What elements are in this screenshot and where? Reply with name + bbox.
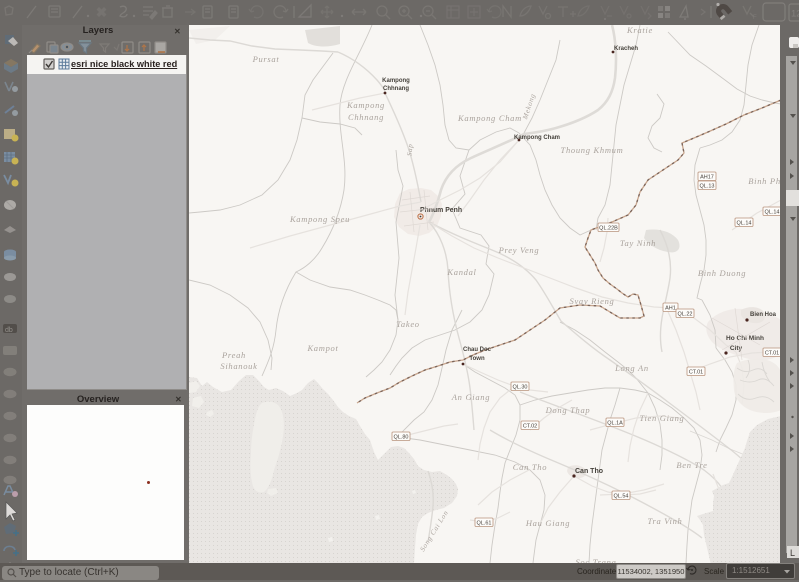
svg-text:AH1: AH1 <box>665 306 676 312</box>
svg-text:CT.01: CT.01 <box>689 370 703 376</box>
svg-text:Kratie: Kratie <box>626 25 653 35</box>
svg-text:Chhnang: Chhnang <box>348 112 384 122</box>
svg-text:An Giang: An Giang <box>451 392 490 402</box>
svg-text:Chhnang: Chhnang <box>383 86 409 92</box>
svg-text:CT.01: CT.01 <box>765 351 779 357</box>
svg-text:Takeo: Takeo <box>396 319 420 329</box>
svg-text:Kampong Cham: Kampong Cham <box>514 135 560 141</box>
svg-text:QL.14: QL.14 <box>765 210 780 216</box>
svg-text:Prey Veng: Prey Veng <box>498 245 540 255</box>
svg-text:AH17: AH17 <box>700 175 714 181</box>
svg-text:Kampong Cham: Kampong Cham <box>457 113 522 123</box>
svg-text:Bien Hoa: Bien Hoa <box>750 312 777 318</box>
svg-text:QL.22B: QL.22B <box>599 226 618 232</box>
svg-text:Hau Giang: Hau Giang <box>525 518 570 528</box>
svg-text:QL.22: QL.22 <box>678 312 693 318</box>
svg-text:db: db <box>5 327 13 334</box>
svg-text:Binh Phu: Binh Phu <box>748 176 781 186</box>
svg-text:QL.30: QL.30 <box>513 385 528 391</box>
svg-text:Dong Thap: Dong Thap <box>545 405 591 415</box>
svg-text:Kampot: Kampot <box>306 343 338 353</box>
svg-text:Tra Vinh: Tra Vinh <box>648 516 683 526</box>
svg-text:Tay Ninh: Tay Ninh <box>620 238 656 248</box>
svg-text:Tien Giang: Tien Giang <box>639 413 684 423</box>
svg-text:Binh Duong: Binh Duong <box>698 268 746 278</box>
svg-text:Town: Town <box>469 356 485 362</box>
svg-text:Ben Tre: Ben Tre <box>676 460 707 470</box>
svg-text:CT.02: CT.02 <box>523 424 537 430</box>
svg-text:Svay Rieng: Svay Rieng <box>570 296 615 306</box>
svg-text:Can Tho: Can Tho <box>513 462 547 472</box>
svg-text:Chau Doc: Chau Doc <box>463 347 492 353</box>
svg-text:Kampong: Kampong <box>346 100 385 110</box>
svg-text:12: 12 <box>791 9 799 20</box>
svg-text:QL.1A: QL.1A <box>607 421 623 427</box>
svg-text:Sap: Sap <box>405 143 414 156</box>
svg-text:QL.13: QL.13 <box>700 184 715 190</box>
svg-text:Kampong Speu: Kampong Speu <box>289 214 350 224</box>
svg-text:Thoung Khmum: Thoung Khmum <box>561 145 624 155</box>
svg-text:QL.80: QL.80 <box>394 435 409 441</box>
svg-text:QL.54: QL.54 <box>614 494 629 500</box>
svg-text:Kracheh: Kracheh <box>614 46 638 52</box>
svg-text:Kampong: Kampong <box>382 78 410 84</box>
svg-text:Long An: Long An <box>614 363 649 373</box>
svg-text:QL.14: QL.14 <box>737 221 752 227</box>
svg-text:QL.61: QL.61 <box>477 521 492 527</box>
svg-text:Kandal: Kandal <box>446 267 476 277</box>
svg-text:Sihanouk: Sihanouk <box>220 361 257 371</box>
svg-text:L: L <box>790 548 795 558</box>
svg-text:Ho Chi Minh: Ho Chi Minh <box>726 335 764 342</box>
svg-text:Can Tho: Can Tho <box>575 468 603 475</box>
svg-text:Pursat: Pursat <box>252 54 280 64</box>
svg-text:Preah: Preah <box>221 350 246 360</box>
svg-text:F: F <box>753 15 757 21</box>
